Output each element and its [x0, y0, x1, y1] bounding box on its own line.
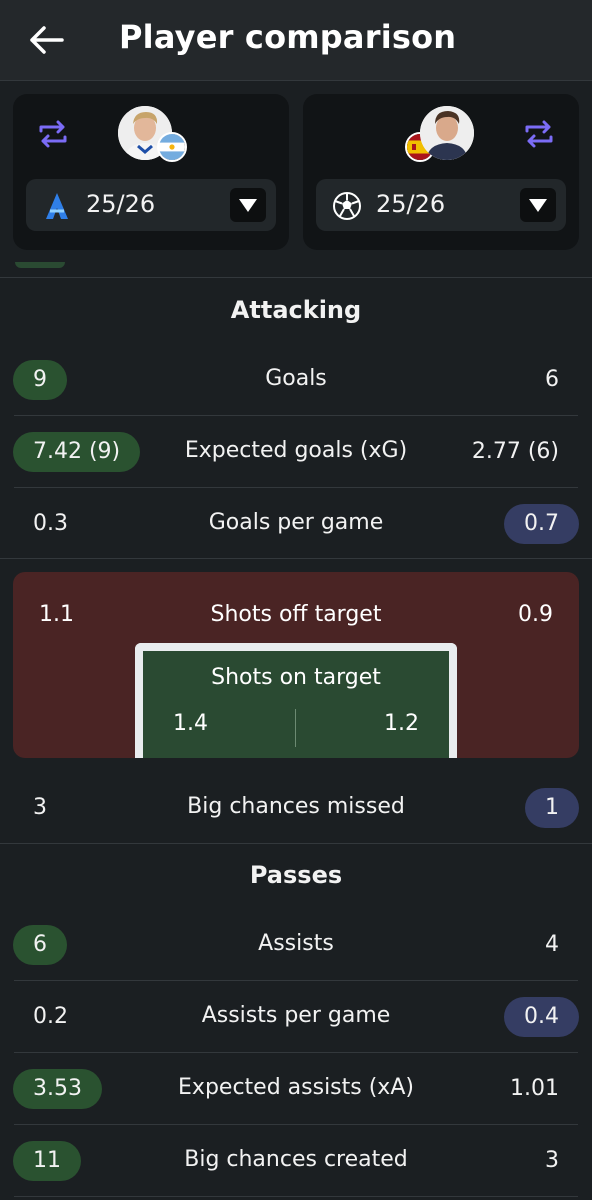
top-app-bar: Player comparison [0, 0, 592, 81]
shots-on-label: Shots on target [211, 665, 381, 690]
season-dropdown-button-left[interactable] [230, 188, 266, 222]
swap-player-button-left[interactable] [35, 116, 71, 152]
shots-on-left-value: 1.4 [173, 711, 208, 736]
season-dropdown-button-right[interactable] [520, 188, 556, 222]
shots-off-label: Shots off target [210, 602, 382, 627]
stat-row-goals-per-game: 0.3 Goals per game 0.7 [0, 488, 592, 560]
chevron-down-icon [239, 199, 257, 212]
divider [0, 558, 592, 559]
swap-icon [525, 120, 553, 148]
player-card-left: 25/26 [13, 94, 289, 250]
stat-row-expected-assists: 3.53 Expected assists (xA) 1.01 [0, 1053, 592, 1125]
stat-label: Goals [265, 366, 327, 391]
season-label-left: 25/26 [86, 190, 156, 218]
stat-row-assists: 6 Assists 4 [0, 909, 592, 981]
section-title-attacking: Attacking [230, 296, 362, 324]
stat-row-big-chances-created: 11 Big chances created 3 [0, 1125, 592, 1197]
swap-icon [39, 120, 67, 148]
champions-league-icon [333, 192, 361, 220]
stat-row-goals: 9 Goals 6 [0, 344, 592, 416]
section-title-passes: Passes [249, 861, 343, 889]
stat-right-value: 0.7 [504, 504, 579, 544]
stat-right-value: 0.4 [504, 997, 579, 1037]
divider [0, 277, 592, 278]
back-button[interactable] [22, 20, 70, 60]
shots-on-right-value: 1.2 [384, 711, 419, 736]
stat-right-value: 3 [545, 1148, 559, 1173]
stat-label: Big chances missed [187, 794, 405, 819]
shots-visual: 1.1 Shots off target 0.9 Shots on target… [13, 572, 579, 758]
shots-off-right-value: 0.9 [518, 602, 553, 627]
divider [0, 843, 592, 844]
arrow-left-icon [30, 26, 64, 54]
season-select-left[interactable]: 25/26 [26, 179, 276, 231]
stat-label: Big chances created [184, 1147, 408, 1172]
page-title: Player comparison [119, 18, 457, 56]
serie-a-icon [46, 193, 68, 219]
stat-right-value: 6 [545, 367, 559, 392]
season-label-right: 25/26 [376, 190, 446, 218]
stat-row-expected-goals: 7.42 (9) Expected goals (xG) 2.77 (6) [0, 416, 592, 488]
argentina-flag-icon [157, 132, 187, 162]
divider [295, 709, 296, 747]
season-select-right[interactable]: 25/26 [316, 179, 566, 231]
stat-row-assists-per-game: 0.2 Assists per game 0.4 [0, 981, 592, 1053]
swap-player-button-right[interactable] [521, 116, 557, 152]
player-card-right: 25/26 [303, 94, 579, 250]
player-selector-area: 25/26 25/26 [0, 81, 592, 277]
scrolled-pill-peek [15, 262, 65, 268]
stat-right-value: 1.01 [510, 1076, 559, 1101]
goal-frame: Shots on target 1.4 1.2 [135, 643, 457, 758]
stat-row-big-chances-missed: 3 Big chances missed 1 [0, 772, 592, 844]
stat-right-value: 1 [525, 788, 579, 828]
divider [14, 1196, 578, 1197]
chevron-down-icon [529, 199, 547, 212]
stat-right-value: 2.77 (6) [471, 439, 559, 464]
stat-right-value: 4 [545, 932, 559, 957]
player-avatar-right[interactable] [420, 106, 474, 160]
stat-label: Assists [258, 931, 334, 956]
